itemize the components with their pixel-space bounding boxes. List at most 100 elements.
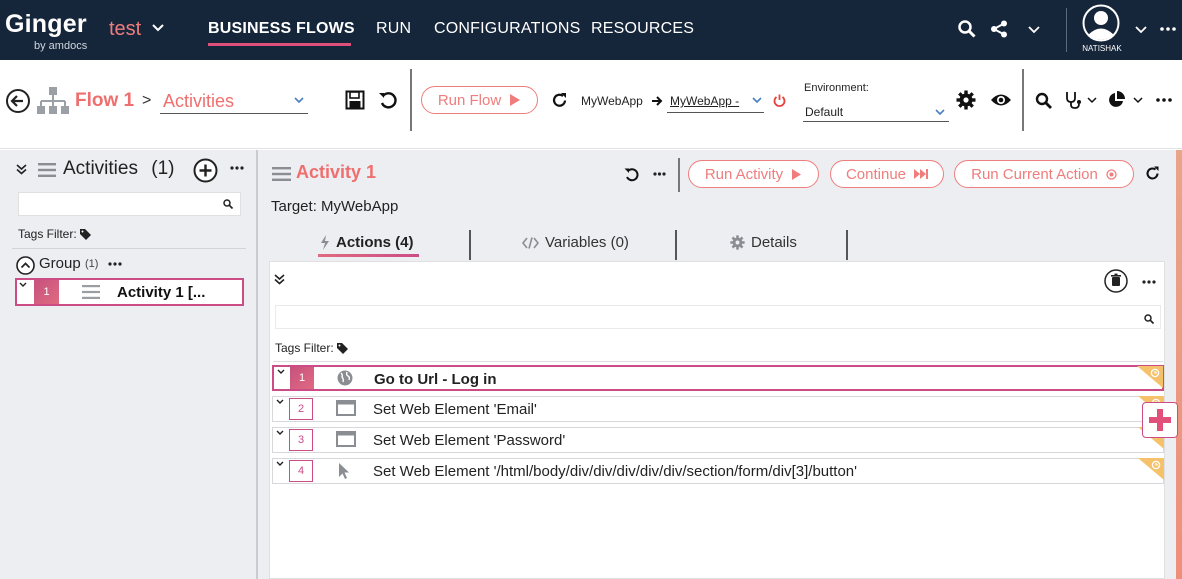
chevron-down-icon[interactable]	[1028, 26, 1040, 34]
agent-dropdown[interactable]: MyWebApp -	[670, 94, 739, 108]
save-icon[interactable]	[345, 90, 365, 110]
chevron-down-icon[interactable]	[1087, 97, 1097, 104]
action-row[interactable]: 4 Set Web Element '/html/body/div/div/di…	[272, 458, 1164, 484]
action-number: 3	[289, 429, 313, 451]
chevron-down-icon	[935, 109, 945, 116]
list-icon	[272, 167, 291, 181]
chevron-down-icon[interactable]	[276, 461, 284, 467]
activity-list-item[interactable]: 1 Activity 1 [...	[15, 278, 244, 306]
panel-accent-bar	[1176, 150, 1182, 579]
chevron-down-icon[interactable]	[1135, 26, 1147, 34]
more-icon[interactable]	[230, 166, 244, 170]
user-name: NATISHAK	[1082, 44, 1122, 53]
run-current-action-label: Run Current Action	[971, 165, 1098, 183]
app-logo: Ginger	[5, 10, 87, 38]
chevron-down-icon[interactable]	[19, 282, 27, 288]
arrow-right-icon	[652, 96, 663, 106]
play-icon	[792, 168, 802, 180]
tags-filter-label: Tags Filter:	[275, 341, 334, 355]
continue-button[interactable]: Continue	[830, 160, 944, 188]
delete-icon[interactable]	[1104, 269, 1128, 293]
plus-icon	[1149, 409, 1171, 431]
environment-value: Default	[805, 105, 844, 119]
run-current-action-button[interactable]: Run Current Action	[954, 160, 1134, 188]
chevron-down-icon[interactable]	[276, 430, 284, 436]
share-icon[interactable]	[990, 20, 1008, 38]
chevron-down-icon[interactable]	[276, 399, 284, 405]
avatar[interactable]	[1082, 4, 1120, 42]
refresh-icon[interactable]	[551, 92, 568, 109]
gear-icon[interactable]	[956, 90, 976, 110]
active-tab-underline	[318, 254, 419, 257]
pie-chart-icon[interactable]	[1107, 91, 1125, 109]
add-action-button[interactable]	[1142, 402, 1178, 438]
nav-configurations[interactable]: CONFIGURATIONS	[434, 20, 581, 38]
divider	[410, 69, 412, 131]
flow-view-dropdown[interactable]: Activities	[160, 88, 308, 114]
code-icon	[522, 236, 539, 249]
action-row[interactable]: 1 Go to Url - Log in	[272, 365, 1164, 391]
chevron-down-icon[interactable]	[1133, 97, 1143, 104]
undo-icon[interactable]	[624, 167, 639, 182]
collapse-all-icon[interactable]	[274, 274, 285, 285]
solution-name[interactable]: test	[109, 18, 141, 41]
play-icon	[510, 94, 521, 106]
breadcrumb-separator: >	[142, 92, 152, 109]
nav-run[interactable]: RUN	[376, 20, 411, 38]
tags-filter-label: Tags Filter:	[18, 227, 77, 241]
window-icon	[336, 431, 356, 447]
activity-title: Activity 1	[296, 162, 377, 182]
nav-resources[interactable]: RESOURCES	[591, 20, 694, 38]
run-flow-button[interactable]: Run Flow	[421, 86, 538, 114]
activity-details-panel: Activity 1 Run Activity Continue Run Cur…	[258, 150, 1176, 579]
undo-icon[interactable]	[378, 90, 398, 110]
continue-label: Continue	[845, 165, 907, 183]
actions-search-input[interactable]	[275, 305, 1161, 329]
chevron-down-icon[interactable]	[152, 24, 164, 32]
more-icon[interactable]	[108, 262, 122, 266]
cursor-icon	[336, 462, 352, 480]
tab-variables-label: Variables (0)	[545, 234, 629, 251]
chevron-down-icon[interactable]	[752, 97, 762, 104]
search-icon[interactable]	[958, 20, 976, 38]
activity-number: 1	[34, 280, 59, 304]
run-activity-button[interactable]: Run Activity	[688, 160, 819, 188]
more-icon[interactable]	[653, 172, 666, 176]
add-activity-icon[interactable]	[193, 158, 218, 183]
tags-filter[interactable]: Tags Filter:	[275, 341, 349, 355]
environment-dropdown[interactable]: Default	[803, 104, 949, 122]
flow-name: Flow 1	[75, 90, 135, 111]
fast-forward-icon	[914, 169, 929, 179]
eye-icon[interactable]	[990, 93, 1012, 107]
more-icon[interactable]	[1160, 27, 1176, 31]
tab-actions[interactable]: Actions (4)	[320, 234, 414, 251]
more-icon[interactable]	[1156, 98, 1172, 102]
search-icon[interactable]	[1035, 92, 1052, 109]
window-icon	[336, 400, 356, 416]
more-icon[interactable]	[1142, 280, 1156, 284]
power-icon[interactable]	[773, 94, 786, 107]
nav-business-flows[interactable]: BUSINESS FLOWS	[208, 20, 355, 38]
chevron-down-icon[interactable]	[277, 369, 285, 375]
tags-filter[interactable]: Tags Filter:	[18, 227, 92, 241]
action-description: Set Web Element 'Password'	[373, 432, 566, 449]
action-description: Set Web Element '/html/body/div/div/div/…	[373, 463, 858, 480]
activity-name: Activity 1 [...	[117, 284, 206, 301]
record-icon	[1106, 168, 1117, 180]
lightning-icon	[321, 235, 329, 250]
drag-handle-icon[interactable]	[82, 285, 100, 299]
tab-variables[interactable]: Variables (0)	[522, 234, 629, 251]
run-activity-label: Run Activity	[704, 165, 784, 183]
stethoscope-icon[interactable]	[1064, 91, 1082, 109]
refresh-icon[interactable]	[1145, 166, 1160, 181]
target-app-name: MyWebApp	[581, 94, 643, 108]
tab-details[interactable]: Details	[730, 234, 797, 251]
back-icon[interactable]	[6, 89, 30, 113]
collapse-group-icon[interactable]	[16, 256, 35, 275]
action-row[interactable]: 2 Set Web Element 'Email'	[272, 396, 1164, 422]
group-count: (1)	[85, 258, 99, 270]
activities-search-input[interactable]	[18, 192, 241, 216]
action-row[interactable]: 3 Set Web Element 'Password'	[272, 427, 1164, 453]
tag-icon	[337, 343, 349, 355]
collapse-all-icon[interactable]	[16, 164, 27, 175]
